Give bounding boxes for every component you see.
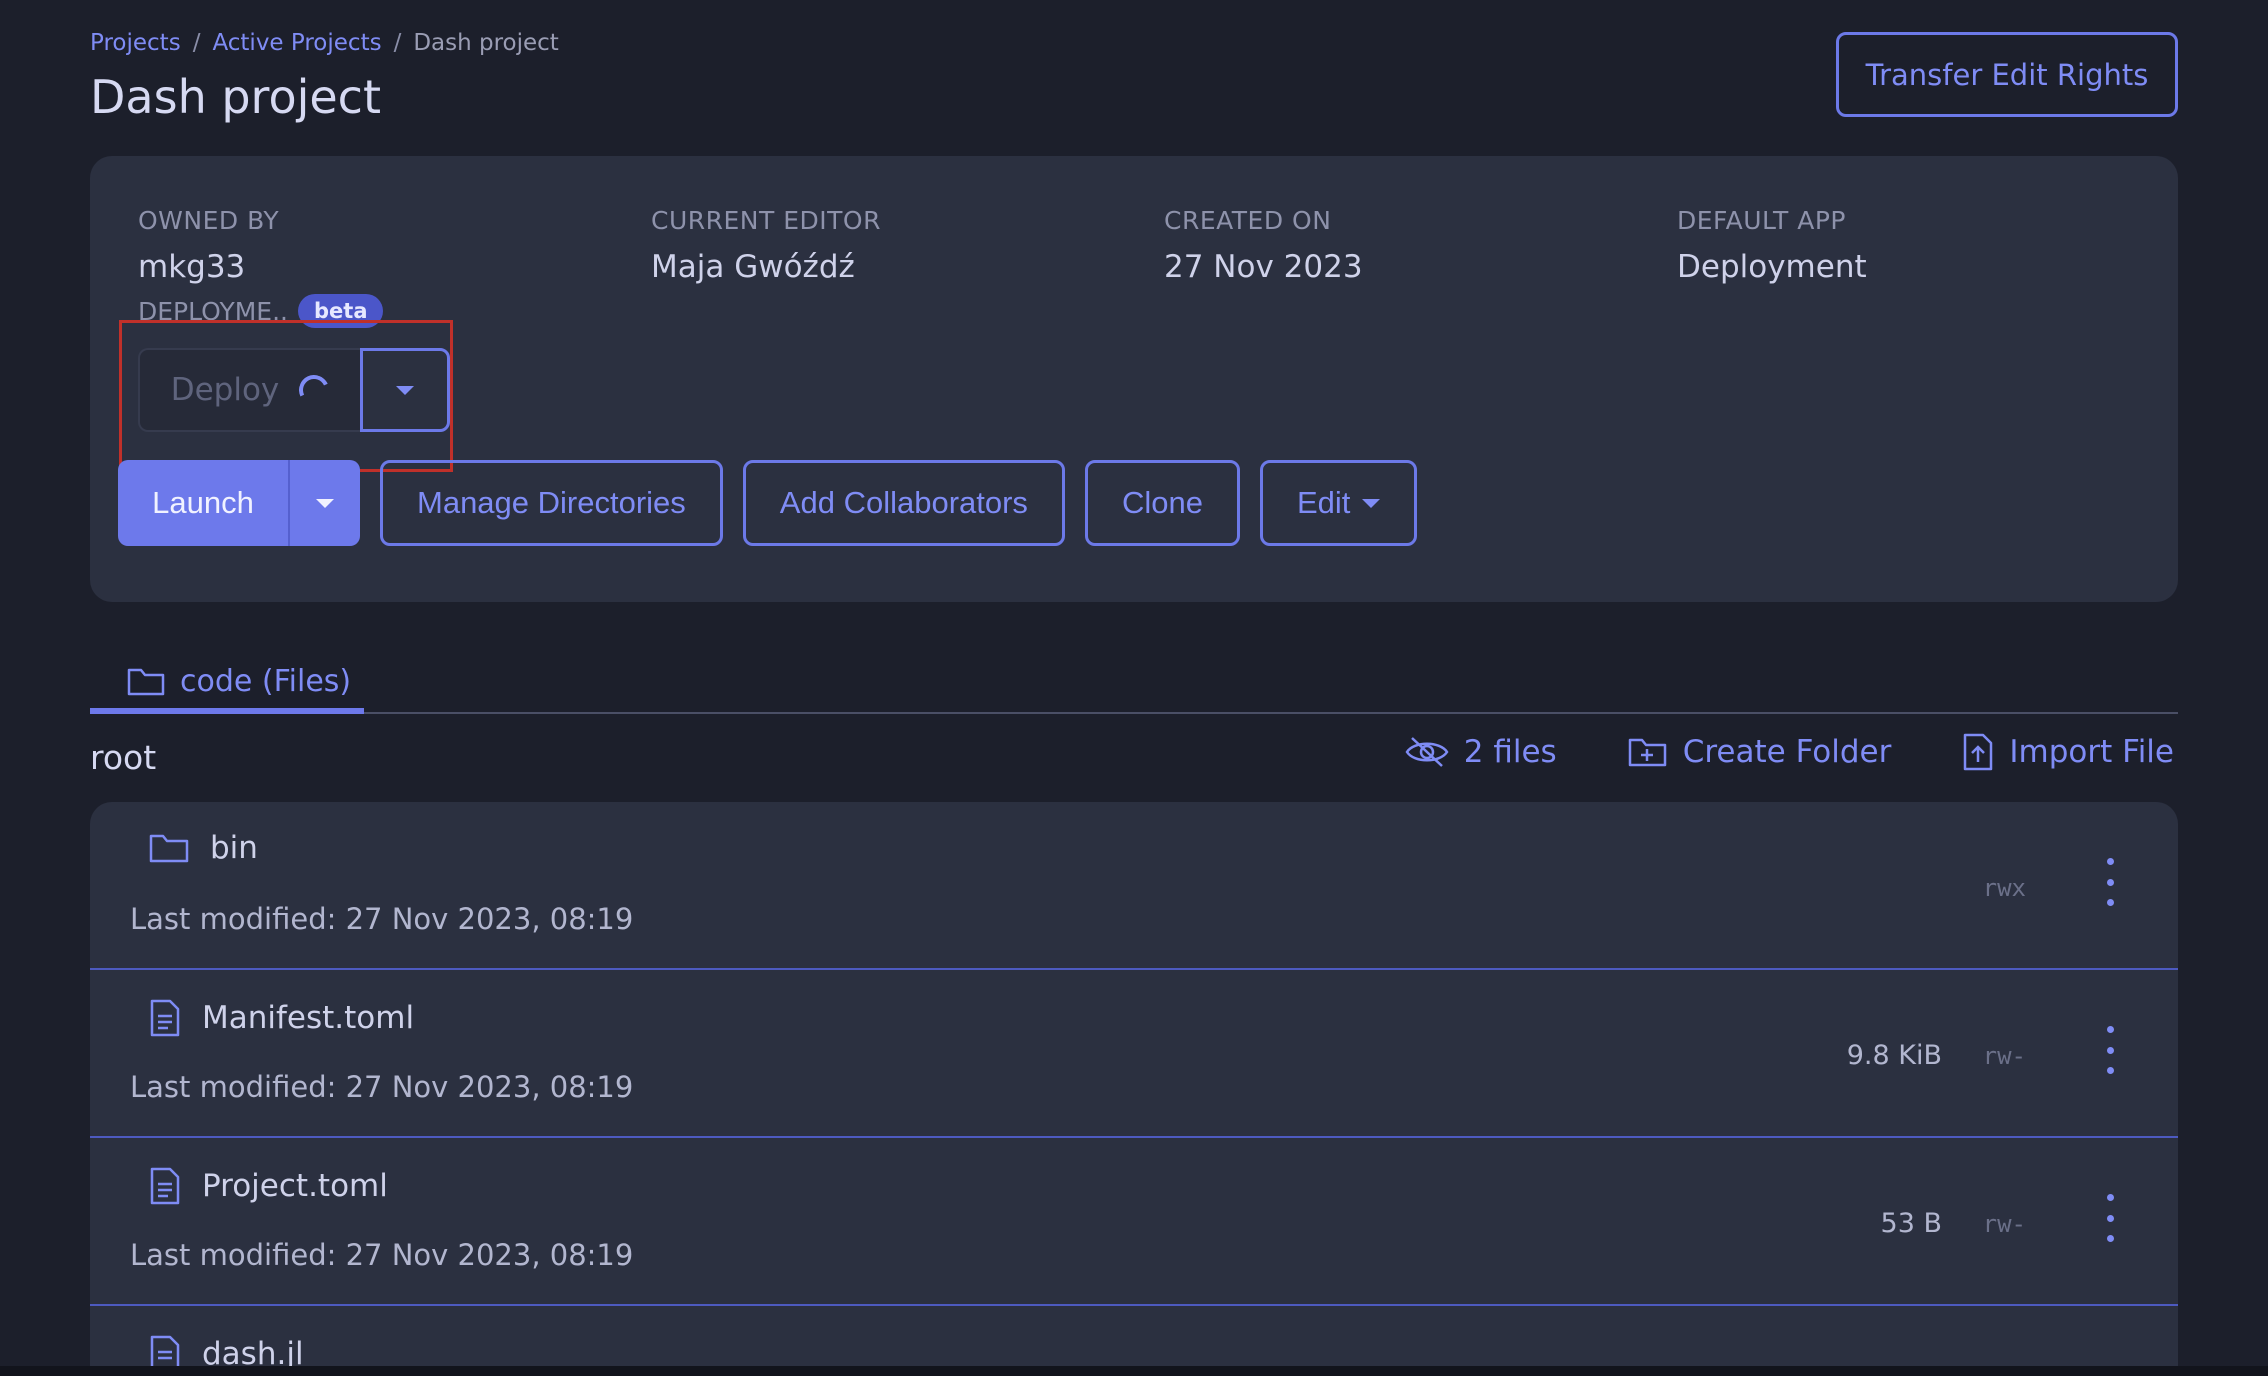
deployments-header: DEPLOYME... beta — [138, 294, 384, 328]
file-name: Manifest.toml — [202, 1000, 415, 1036]
file-name-link[interactable]: Manifest.toml — [148, 998, 414, 1038]
file-modified: Last modified: 27 Nov 2023, 08:19 — [130, 902, 634, 936]
create-folder-button[interactable]: Create Folder — [1627, 734, 1892, 770]
chevron-down-icon — [1362, 498, 1381, 508]
project-info-card: OWNED BY mkg33 CURRENT EDITOR Maja Gwóźd… — [90, 156, 2178, 602]
breadcrumb: Projects / Active Projects / Dash projec… — [90, 30, 559, 56]
owned-by-value: mkg33 — [138, 249, 246, 285]
file-permissions: rwx — [1982, 874, 2026, 902]
default-app-label: DEFAULT APP — [1677, 206, 1846, 235]
current-editor: CURRENT EDITOR Maja Gwóźdź — [651, 206, 881, 285]
file-icon — [150, 999, 180, 1037]
created-on-value: 27 Nov 2023 — [1164, 249, 1363, 285]
breadcrumb-separator: / — [393, 30, 402, 56]
launch-button[interactable]: Launch — [118, 460, 288, 546]
add-collaborators-button[interactable]: Add Collaborators — [742, 460, 1065, 546]
chevron-down-icon — [396, 385, 414, 395]
file-row-bin[interactable]: bin Last modified: 27 Nov 2023, 08:19 rw… — [90, 802, 2178, 970]
file-options-icon[interactable] — [2100, 858, 2120, 906]
current-editor-value: Maja Gwóźdź — [651, 249, 855, 285]
project-page: Projects / Active Projects / Dash projec… — [0, 0, 2268, 1376]
file-row-manifest[interactable]: Manifest.toml Last modified: 27 Nov 2023… — [90, 970, 2178, 1138]
loading-spinner-icon — [295, 370, 334, 410]
deploy-dropdown-toggle[interactable] — [360, 348, 450, 432]
import-file-button[interactable]: Import File — [1961, 732, 2174, 772]
project-actions: Launch Manage Directories Add Collaborat… — [118, 460, 1418, 546]
folder-plus-icon — [1628, 738, 1666, 767]
current-editor-label: CURRENT EDITOR — [651, 206, 881, 235]
file-icon — [150, 1167, 180, 1205]
file-name: Project.toml — [202, 1168, 388, 1204]
create-folder-label: Create Folder — [1682, 734, 1892, 770]
file-name-link[interactable]: Project.toml — [148, 1166, 388, 1206]
hidden-files-count: 2 files — [1463, 734, 1557, 770]
file-modified: Last modified: 27 Nov 2023, 08:19 — [130, 1238, 634, 1272]
edit-dropdown-button[interactable]: Edit — [1259, 460, 1418, 546]
file-options-icon[interactable] — [2100, 1026, 2120, 1074]
toggle-hidden-files-button[interactable]: 2 files — [1404, 734, 1557, 770]
launch-dropdown-toggle[interactable] — [288, 460, 360, 546]
tab-code-files[interactable]: code (Files) — [90, 654, 364, 714]
owned-by: OWNED BY mkg33 — [138, 206, 279, 285]
deploy-button-group: Deploy — [138, 348, 450, 432]
breadcrumb-projects[interactable]: Projects — [90, 30, 181, 56]
file-name-link[interactable]: bin — [148, 830, 258, 866]
transfer-edit-rights-button[interactable]: Transfer Edit Rights — [1836, 32, 2178, 117]
manage-directories-button[interactable]: Manage Directories — [380, 460, 723, 546]
deploy-button[interactable]: Deploy — [138, 348, 360, 432]
file-row-project[interactable]: Project.toml Last modified: 27 Nov 2023,… — [90, 1138, 2178, 1306]
file-upload-icon — [1964, 733, 1993, 771]
owned-by-label: OWNED BY — [138, 206, 280, 235]
clone-button[interactable]: Clone — [1084, 460, 1240, 546]
file-size: 53 B — [1880, 1208, 1942, 1239]
bottom-strip — [0, 1366, 2268, 1376]
file-permissions: rw- — [1982, 1042, 2026, 1070]
breadcrumb-separator: / — [192, 30, 201, 56]
edit-button-label: Edit — [1296, 485, 1351, 520]
file-toolbar: 2 files Create Folder Import File — [1404, 732, 2174, 772]
folder-icon — [149, 834, 189, 863]
default-app-value: Deployment — [1677, 249, 1867, 285]
created-on-label: CREATED ON — [1164, 206, 1332, 235]
breadcrumb-active-projects[interactable]: Active Projects — [212, 30, 381, 56]
deploy-button-label: Deploy — [170, 372, 280, 408]
file-modified: Last modified: 27 Nov 2023, 08:19 — [130, 1070, 634, 1104]
file-permissions: rw- — [1982, 1210, 2026, 1238]
file-list: bin Last modified: 27 Nov 2023, 08:19 rw… — [90, 802, 2178, 1376]
tab-bar: code (Files) — [90, 654, 2178, 714]
file-name: bin — [210, 830, 258, 866]
directory-title: root — [90, 738, 157, 777]
tab-label: code (Files) — [180, 663, 352, 699]
deployments-label: DEPLOYME... — [138, 296, 288, 326]
folder-icon — [127, 668, 165, 696]
chevron-down-icon — [316, 498, 334, 508]
file-size: 9.8 KiB — [1846, 1040, 1942, 1071]
default-app: DEFAULT APP Deployment — [1677, 206, 1867, 285]
created-on: CREATED ON 27 Nov 2023 — [1164, 206, 1363, 285]
launch-button-group: Launch — [118, 460, 360, 546]
eye-slash-icon — [1405, 737, 1449, 767]
page-title: Dash project — [90, 70, 382, 124]
file-options-icon[interactable] — [2100, 1194, 2120, 1242]
breadcrumb-current: Dash project — [413, 30, 559, 56]
beta-badge: beta — [298, 294, 384, 328]
import-file-label: Import File — [2009, 734, 2174, 770]
